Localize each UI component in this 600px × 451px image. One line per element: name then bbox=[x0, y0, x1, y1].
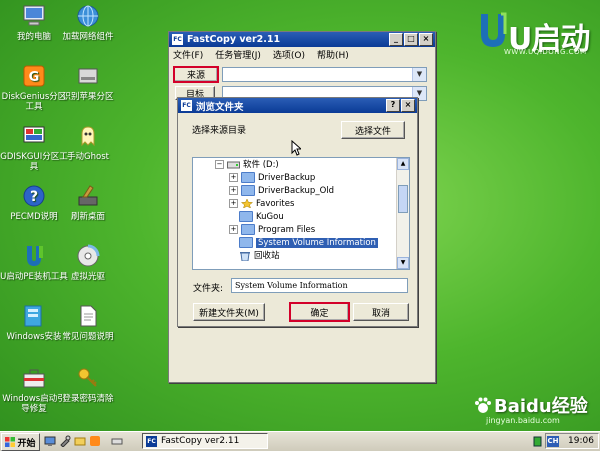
expand-icon[interactable]: + bbox=[229, 173, 238, 182]
folder-tree[interactable]: − 软件 (D:) + DriverBackup + DriverBackup_Old… bbox=[192, 157, 410, 270]
drive-icon bbox=[78, 68, 98, 84]
taskbar-app-icon: FC bbox=[146, 435, 157, 447]
tree-item-driverbackup[interactable]: + DriverBackup bbox=[229, 172, 315, 184]
minimize-button[interactable]: _ bbox=[389, 33, 403, 46]
desktop-icon-manual-ghost[interactable]: 手动Ghost bbox=[54, 123, 122, 162]
tree-item-kugou[interactable]: KuGou bbox=[239, 211, 284, 223]
baidu-watermark: Baidu经验 bbox=[474, 392, 588, 418]
taskbar: 开始 FC FastCopy ver2.11 CH 19:06 bbox=[0, 431, 600, 451]
folder-icon bbox=[241, 224, 255, 235]
tree-item-system-volume-information[interactable]: System Volume Information bbox=[239, 237, 378, 249]
svg-text:?: ? bbox=[30, 189, 38, 205]
help-icon: ? bbox=[23, 185, 45, 207]
menu-options[interactable]: 选项(O) bbox=[273, 48, 305, 61]
fastcopy-menubar: 文件(F) 任务管理(J) 选项(O) 帮助(H) bbox=[169, 47, 435, 61]
folder-icon bbox=[241, 185, 255, 196]
fastcopy-titlebar[interactable]: FC FastCopy ver2.11 _ □ × bbox=[169, 32, 435, 47]
browse-prompt: 选择来源目录 bbox=[192, 126, 247, 136]
expand-icon[interactable]: + bbox=[229, 225, 238, 234]
ok-button[interactable]: 确定 bbox=[289, 302, 350, 322]
desktop-icon-load-network[interactable]: 加载网络组件 bbox=[54, 3, 122, 42]
dialog-app-icon: FC bbox=[181, 100, 192, 111]
drive-icon bbox=[227, 161, 240, 169]
toolbox-icon bbox=[23, 369, 45, 388]
folder-icon bbox=[241, 172, 255, 183]
svg-text:G: G bbox=[29, 70, 40, 85]
folder-field-label: 文件夹: bbox=[193, 284, 224, 294]
quicklaunch-tool-icon[interactable] bbox=[59, 435, 71, 447]
expand-icon[interactable]: + bbox=[229, 199, 238, 208]
recycle-bin-icon bbox=[240, 251, 250, 261]
desktop-icon-refresh[interactable]: 刷新桌面 bbox=[54, 183, 122, 222]
gdiskgui-icon bbox=[23, 126, 45, 143]
folder-field-value: System Volume Information bbox=[235, 281, 348, 290]
folder-icon bbox=[239, 211, 253, 222]
browse-titlebar[interactable]: FC 浏览文件夹 ? × bbox=[178, 98, 417, 113]
new-folder-button[interactable]: 新建文件夹(M) bbox=[193, 303, 265, 321]
baidu-paw-icon bbox=[475, 397, 491, 413]
menu-help[interactable]: 帮助(H) bbox=[317, 48, 349, 61]
help-button[interactable]: ? bbox=[386, 99, 400, 112]
tree-item-recycle-bin[interactable]: 回收站 bbox=[239, 250, 280, 262]
dialog-close-button[interactable]: × bbox=[401, 99, 415, 112]
windows-logo-icon bbox=[5, 437, 16, 447]
source-combo[interactable]: ▼ bbox=[222, 67, 427, 82]
watermark-url: jingyan.baidu.com bbox=[486, 416, 560, 425]
computer-icon bbox=[23, 5, 45, 26]
windows-install-icon bbox=[24, 305, 42, 327]
favorites-star-icon bbox=[240, 198, 254, 209]
folder-icon bbox=[239, 237, 253, 248]
tree-item-driverbackup-old[interactable]: + DriverBackup_Old bbox=[229, 185, 334, 197]
brand-logo: U启动 WWW.UQIDONG.COM bbox=[478, 10, 593, 60]
browse-folder-dialog[interactable]: FC 浏览文件夹 ? × 选择来源目录 选择文件 − 软件 (D:) + Drive… bbox=[177, 97, 418, 327]
source-button[interactable]: 来源 bbox=[173, 66, 219, 83]
tree-scrollbar[interactable]: ▲ ▼ bbox=[396, 158, 409, 269]
quicklaunch-drive-icon[interactable] bbox=[111, 435, 123, 447]
desktop-icon-apple-partition[interactable]: 识别苹果分区 bbox=[54, 63, 122, 102]
tray-network-icon[interactable] bbox=[533, 436, 542, 447]
disc-icon bbox=[77, 244, 100, 267]
u-brand-icon bbox=[481, 12, 507, 47]
chevron-down-icon[interactable]: ▼ bbox=[412, 68, 426, 81]
maximize-button[interactable]: □ bbox=[404, 33, 418, 46]
taskbar-item-fastcopy[interactable]: FC FastCopy ver2.11 bbox=[142, 433, 268, 449]
scroll-down-icon[interactable]: ▼ bbox=[397, 257, 409, 269]
network-globe-icon bbox=[77, 5, 99, 27]
menu-file[interactable]: 文件(F) bbox=[173, 48, 203, 61]
watermark-text: Baidu经验 bbox=[494, 396, 588, 417]
ime-indicator[interactable]: CH bbox=[547, 436, 559, 447]
fastcopy-app-icon: FC bbox=[172, 34, 183, 45]
diskgenius-icon: G bbox=[23, 65, 45, 87]
quicklaunch-diskgenius-icon[interactable] bbox=[89, 435, 101, 447]
tree-item-favorites[interactable]: + Favorites bbox=[229, 198, 294, 210]
menu-tasks[interactable]: 任务管理(J) bbox=[215, 48, 261, 61]
close-button[interactable]: × bbox=[419, 33, 433, 46]
fastcopy-title: FastCopy ver2.11 bbox=[187, 34, 281, 45]
scroll-thumb[interactable] bbox=[398, 185, 408, 213]
desktop-icon-password-clear[interactable]: 登录密码清除 bbox=[54, 365, 122, 404]
select-file-button[interactable]: 选择文件 bbox=[341, 121, 405, 139]
tree-item-drive-d[interactable]: − 软件 (D:) bbox=[215, 159, 279, 171]
cancel-button[interactable]: 取消 bbox=[353, 303, 409, 321]
tree-item-program-files[interactable]: + Program Files bbox=[229, 224, 315, 236]
clock: 19:06 bbox=[568, 436, 594, 446]
system-tray: CH 19:06 bbox=[533, 433, 599, 449]
quicklaunch-desktop-icon[interactable] bbox=[44, 435, 56, 447]
quicklaunch-folder-icon[interactable] bbox=[74, 435, 86, 447]
desktop-icon-virtual-drive[interactable]: 虚拟光驱 bbox=[54, 243, 122, 282]
key-icon bbox=[78, 368, 97, 387]
desktop-icon-faq[interactable]: 常见问题说明 bbox=[54, 303, 122, 342]
browse-title: 浏览文件夹 bbox=[196, 101, 244, 113]
broom-icon bbox=[78, 185, 98, 206]
ghost-icon bbox=[81, 126, 95, 147]
scroll-up-icon[interactable]: ▲ bbox=[397, 158, 409, 170]
start-button[interactable]: 开始 bbox=[1, 433, 40, 451]
u-logo-icon bbox=[27, 246, 43, 266]
folder-field[interactable]: System Volume Information bbox=[231, 278, 408, 293]
document-icon bbox=[80, 305, 97, 327]
mouse-cursor-icon bbox=[291, 140, 301, 156]
collapse-icon[interactable]: − bbox=[215, 160, 224, 169]
brand-url: WWW.UQIDONG.COM bbox=[504, 48, 587, 56]
expand-icon[interactable]: + bbox=[229, 186, 238, 195]
